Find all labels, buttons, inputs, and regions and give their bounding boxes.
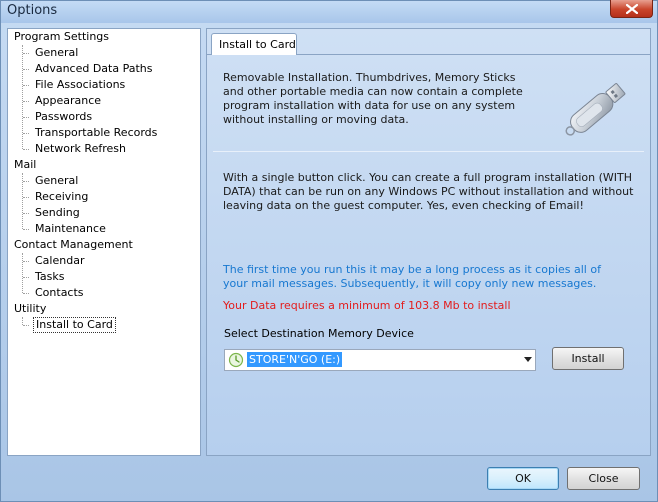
tree-item-receiving[interactable]: Receiving bbox=[33, 189, 90, 205]
tree-line bbox=[23, 261, 29, 262]
tree-item-advanced-data-paths[interactable]: Advanced Data Paths bbox=[33, 61, 155, 77]
tab-install-to-card[interactable]: Install to Card bbox=[211, 33, 297, 55]
tree-item-general[interactable]: General bbox=[33, 45, 80, 61]
title-bar[interactable]: Options bbox=[1, 0, 657, 23]
ok-button[interactable]: OK bbox=[487, 467, 559, 490]
requirement-warning: Your Data requires a minimum of 103.8 Mb… bbox=[223, 299, 511, 312]
window-close-button[interactable] bbox=[610, 0, 653, 18]
tree-line bbox=[23, 149, 29, 150]
tree-item-contacts[interactable]: Contacts bbox=[33, 285, 86, 301]
close-button[interactable]: Close bbox=[567, 467, 640, 490]
description-text: With a single button click. You can crea… bbox=[223, 171, 634, 212]
first-time-note: The first time you run this it may be a … bbox=[223, 263, 601, 290]
close-icon bbox=[625, 3, 638, 14]
tree-item-sending[interactable]: Sending bbox=[33, 205, 82, 221]
tree-line bbox=[22, 253, 23, 293]
tree-line bbox=[23, 69, 29, 70]
tree-category-program-settings[interactable]: Program Settings bbox=[14, 29, 109, 45]
tree-line bbox=[23, 181, 29, 182]
tree-category-contact-management[interactable]: Contact Management bbox=[14, 237, 133, 253]
tree-line bbox=[23, 229, 29, 230]
tree-line bbox=[23, 325, 29, 326]
selected-device: STORE'N'GO (E:) bbox=[247, 352, 343, 367]
tree-line bbox=[23, 213, 29, 214]
install-button[interactable]: Install bbox=[552, 347, 624, 370]
tree-category-utility[interactable]: Utility bbox=[14, 301, 46, 317]
tree-line bbox=[23, 197, 29, 198]
tree-line bbox=[22, 317, 23, 325]
chevron-down-icon[interactable] bbox=[524, 357, 532, 362]
tree-line bbox=[23, 133, 29, 134]
intro-text: Removable Installation. Thumbdrives, Mem… bbox=[223, 71, 523, 126]
divider bbox=[213, 151, 644, 152]
tree-line bbox=[23, 277, 29, 278]
usb-drive-icon bbox=[565, 83, 626, 136]
tree-item-mail-general[interactable]: General bbox=[33, 173, 80, 189]
content-panel: Install to Card Removable Installation. … bbox=[206, 28, 651, 456]
options-window: Options Program Settings General Advance… bbox=[0, 0, 658, 502]
drive-status-icon bbox=[228, 352, 244, 368]
options-tree[interactable]: Program Settings General Advanced Data P… bbox=[7, 28, 201, 456]
device-dropdown[interactable]: STORE'N'GO (E:) bbox=[224, 349, 536, 371]
tree-item-transportable-records[interactable]: Transportable Records bbox=[33, 125, 159, 141]
tree-item-passwords[interactable]: Passwords bbox=[33, 109, 94, 125]
tree-item-install-to-card[interactable]: Install to Card bbox=[33, 317, 116, 333]
select-device-label: Select Destination Memory Device bbox=[224, 327, 414, 340]
tree-line bbox=[23, 53, 29, 54]
tree-item-maintenance[interactable]: Maintenance bbox=[33, 221, 108, 237]
tree-category-mail[interactable]: Mail bbox=[14, 157, 36, 173]
tree-item-file-associations[interactable]: File Associations bbox=[33, 77, 127, 93]
tree-item-network-refresh[interactable]: Network Refresh bbox=[33, 141, 128, 157]
tree-item-calendar[interactable]: Calendar bbox=[33, 253, 86, 269]
window-title: Options bbox=[7, 3, 58, 18]
tree-line bbox=[23, 85, 29, 86]
tree-line bbox=[23, 117, 29, 118]
tree-line bbox=[23, 101, 29, 102]
tree-item-tasks[interactable]: Tasks bbox=[33, 269, 66, 285]
tree-item-appearance[interactable]: Appearance bbox=[33, 93, 103, 109]
tree-line bbox=[23, 293, 29, 294]
